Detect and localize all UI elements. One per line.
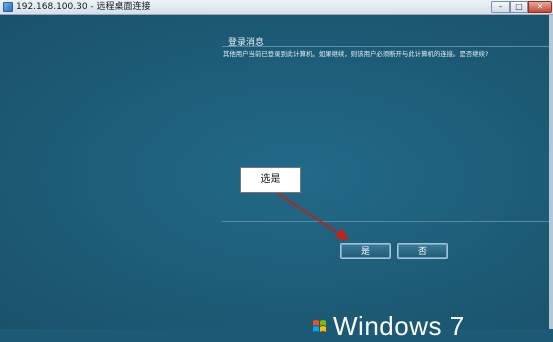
- window-title: 192.168.100.30 - 远程桌面连接: [16, 2, 151, 12]
- divider: [222, 221, 549, 222]
- no-button[interactable]: 否: [397, 243, 448, 259]
- remote-desktop-icon: [3, 2, 13, 12]
- window-frame-edge: [549, 15, 553, 329]
- os-logo-text: Windows 7: [333, 311, 465, 341]
- annotation-callout: 选是: [240, 167, 301, 193]
- minimize-button[interactable]: –: [491, 1, 510, 13]
- close-button[interactable]: ✕: [528, 1, 552, 13]
- dialog-message: 其他用户当前已登录到此计算机。如果继续，则该用户必须断开与此计算机的连接。是否继…: [223, 50, 489, 58]
- yes-button[interactable]: 是: [340, 243, 391, 259]
- windows-logo-icon: [313, 320, 326, 332]
- window-title-bar[interactable]: 192.168.100.30 - 远程桌面连接 – □ ✕: [0, 0, 553, 15]
- maximize-button[interactable]: □: [510, 1, 528, 13]
- divider: [222, 46, 549, 47]
